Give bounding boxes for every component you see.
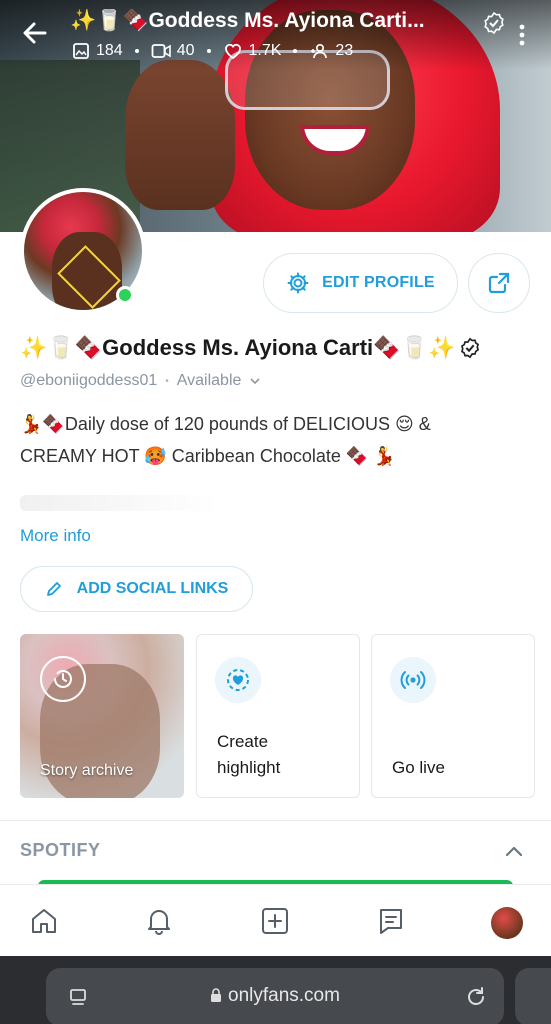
verified-icon [482,11,506,35]
profile-bio: 💃🍫Daily dose of 120 pounds of DELICIOUS … [20,408,530,472]
more-options-icon[interactable] [512,22,532,48]
chevron-up-icon[interactable] [503,840,525,862]
heart-icon [224,43,241,60]
create-highlight-label: Create highlight [217,729,280,781]
story-archive-card[interactable]: Story archive [20,634,184,798]
message-icon[interactable] [375,905,407,937]
top-bar: ✨🥛🍫Goddess Ms. Ayiona Carti... 184 40 1.… [0,0,551,70]
create-highlight-card[interactable]: Create highlight [196,634,360,798]
url-text: onlyfans.com [46,985,504,1007]
lock-icon [211,988,222,1002]
faded-bio-overflow [20,495,220,511]
heart-circle-icon [215,657,261,703]
availability-status[interactable]: Available [177,372,242,390]
likes-stat[interactable]: 1.7K [223,42,282,60]
profile-name: ✨🥛🍫Goddess Ms. Ayiona Carti🍫🥛✨ [20,335,456,360]
videos-count: 40 [176,42,195,59]
online-status-icon [116,286,134,304]
handle-row: @eboniigoddess01 • Available [20,372,261,390]
image-icon [73,43,89,59]
bell-icon[interactable] [143,905,175,937]
photos-count: 184 [96,42,123,59]
edit-profile-button[interactable]: EDIT PROFILE [263,253,458,313]
share-button[interactable] [468,253,530,313]
add-social-links-label: ADD SOCIAL LINKS [76,580,229,597]
browser-bar: onlyfans.com [0,956,551,1024]
pencil-icon [46,582,61,596]
go-live-label: Go live [392,758,445,777]
story-archive-label: Story archive [40,762,134,779]
fans-count: 23 [335,42,354,59]
gear-icon [287,272,309,294]
bio-line: CREAMY HOT 🥵 Caribbean Chocolate 🍫 💃 [20,446,396,466]
tab-switcher[interactable] [515,968,551,1024]
create-highlight-line: highlight [217,758,281,777]
back-button[interactable] [20,18,50,48]
profile-handle: @eboniigoddess01 [20,372,158,389]
add-social-links-button[interactable]: ADD SOCIAL LINKS [20,566,253,612]
fans-stat[interactable]: 23 [309,42,353,60]
more-info-link[interactable]: More info [20,526,91,546]
edit-profile-label: EDIT PROFILE [322,274,435,291]
plus-square-icon[interactable] [259,905,291,937]
home-icon[interactable] [28,905,60,937]
avatar[interactable] [491,907,523,939]
reload-icon[interactable] [464,985,488,1009]
profile-stats: 184 40 1.7K 23 [72,42,353,60]
likes-count: 1.7K [248,42,282,59]
go-live-card[interactable]: Go live [371,634,535,798]
chevron-down-icon[interactable] [249,375,261,387]
url-bar[interactable]: onlyfans.com [46,968,504,1024]
page-title: ✨🥛🍫Goddess Ms. Ayiona Carti... [70,9,425,32]
video-icon [151,44,171,58]
history-icon [40,656,86,702]
photos-stat[interactable]: 184 [72,42,123,60]
arrow-left-icon [23,22,47,44]
profile-name-row: ✨🥛🍫Goddess Ms. Ayiona Carti🍫🥛✨ [20,335,481,361]
divider [0,820,551,821]
verified-icon [461,337,480,359]
spotify-section-title[interactable]: SPOTIFY [20,840,101,861]
bottom-nav [0,884,551,956]
users-icon [311,43,328,59]
bio-line: 💃🍫Daily dose of 120 pounds of DELICIOUS … [20,414,431,434]
create-highlight-line: Create [217,732,269,751]
share-icon [488,272,510,294]
url-label: onlyfans.com [228,985,340,1006]
broadcast-icon [390,657,436,703]
videos-stat[interactable]: 40 [151,42,195,60]
